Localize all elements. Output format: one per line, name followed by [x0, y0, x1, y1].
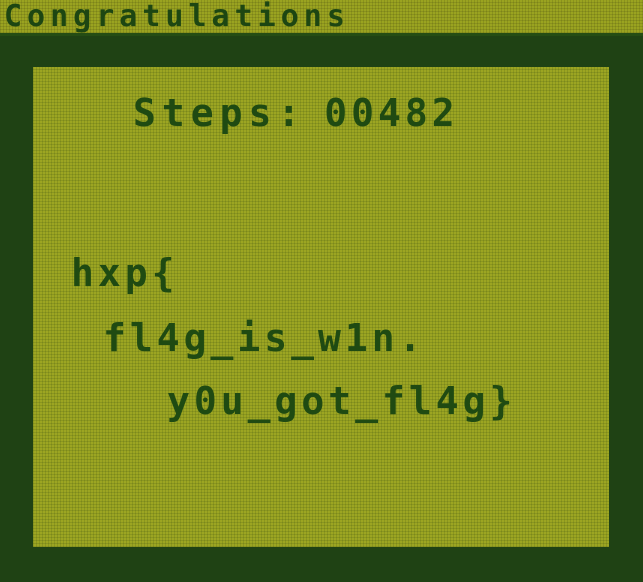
steps-counter: Steps: 00482 — [133, 93, 459, 133]
lcd-screen: Steps: 00482 hxp{ fl4g_is_w1n. y0u_got_fl… — [33, 67, 609, 547]
steps-label: Steps: — [133, 91, 307, 135]
flag-line-2: fl4g_is_w1n. — [103, 316, 426, 360]
steps-value: 00482 — [324, 91, 459, 135]
title-bar[interactable]: Congratulations — [0, 0, 643, 36]
flag-line-1: hxp{ — [71, 251, 179, 295]
game-window: Congratulations Steps: 00482 hxp{ fl4g_is… — [0, 0, 643, 582]
window-title: Congratulations — [4, 0, 350, 34]
flag-line-3: y0u_got_fl4g} — [167, 379, 517, 423]
